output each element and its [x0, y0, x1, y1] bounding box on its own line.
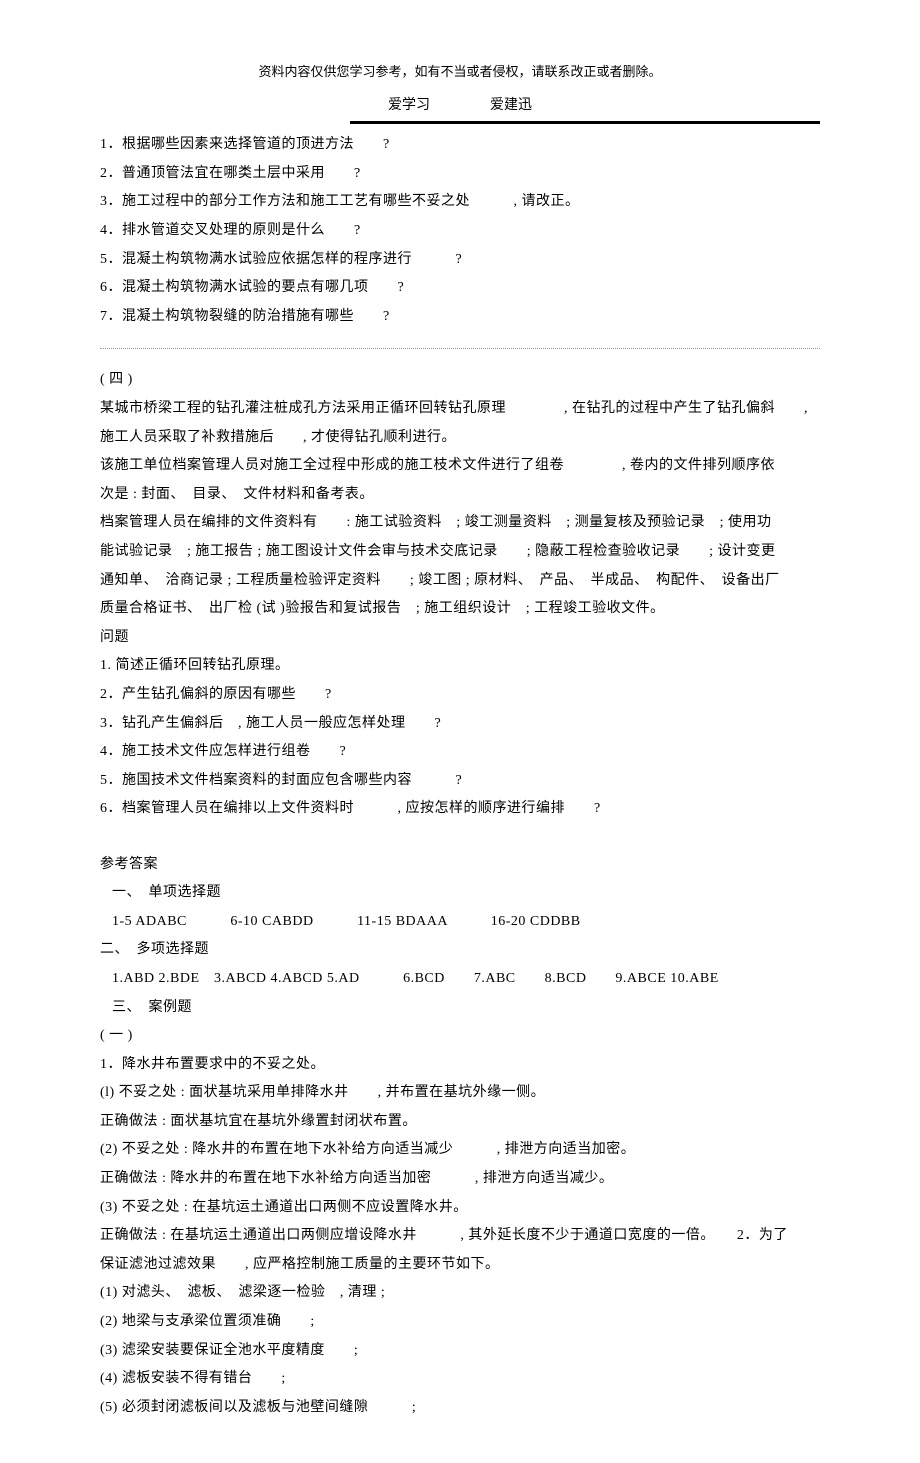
- dotted-divider: [100, 348, 820, 349]
- answers-s3-l3: 正确做法 : 面状基坑宜在基坑外缘置封闭状布置。: [100, 1109, 820, 1136]
- case4-p5: 档案管理人员在编排的文件资料有 : 施工试验资料 ; 竣工测量资料 ; 测量复核…: [100, 510, 820, 537]
- answers-s3-l8: 保证滤池过滤效果 , 应严格控制施工质量的主要环节如下。: [100, 1252, 820, 1279]
- q1-6: 6．混凝土构筑物满水试验的要点有哪几项 ?: [100, 275, 820, 302]
- case4-q5: 5．施国技术文件档案资料的封面应包含哪些内容 ?: [100, 768, 820, 795]
- disclaimer-text: 资料内容仅供您学习参考，如有不当或者侵权，请联系改正或者删除。: [100, 60, 820, 85]
- header-titles: 爱学习 爱建迅: [100, 93, 820, 120]
- header-title-2: 爱建迅: [490, 93, 532, 120]
- answers-s3-l4: (2) 不妥之处 : 降水井的布置在地下水补给方向适当减少 , 排泄方向适当加密…: [100, 1137, 820, 1164]
- answers-s3-l11: (3) 滤梁安装要保证全池水平度精度 ;: [100, 1338, 820, 1365]
- case4-q6: 6．档案管理人员在编排以上文件资料时 , 应按怎样的顺序进行编排 ?: [100, 796, 820, 823]
- case4-p1: 某城市桥梁工程的钻孔灌注桩成孔方法采用正循环回转钻孔原理 , 在钻孔的过程中产生…: [100, 396, 820, 423]
- case4-q4: 4．施工技术文件应怎样进行组卷 ?: [100, 739, 820, 766]
- answers-s3-l12: (4) 滤板安装不得有错台 ;: [100, 1366, 820, 1393]
- q1-7: 7．混凝土构筑物裂缝的防治措施有哪些 ?: [100, 304, 820, 331]
- answers-s1-content: 1-5 ADABC 6-10 CABDD 11-15 BDAAA 16-20 C…: [100, 909, 820, 936]
- answers-s3-title: 三、 案例题: [100, 995, 820, 1022]
- header-underline: [350, 121, 820, 124]
- answers-s3-l9: (1) 对滤头、 滤板、 滤梁逐一检验 , 清理 ;: [100, 1280, 820, 1307]
- case4-q2: 2．产生钻孔偏斜的原因有哪些 ?: [100, 682, 820, 709]
- case4-p6: 能试验记录 ; 施工报告 ; 施工图设计文件会审与技术交底记录 ; 隐蔽工程检查…: [100, 539, 820, 566]
- answers-heading: 参考答案: [100, 852, 820, 879]
- case4-p8: 质量合格证书、 出厂检 (试 )验报告和复试报告 ; 施工组织设计 ; 工程竣工…: [100, 596, 820, 623]
- case4-heading: ( 四 ): [100, 367, 820, 394]
- answers-s3-l10: (2) 地梁与支承梁位置须准确 ;: [100, 1309, 820, 1336]
- answers-s3-subheading: ( 一 ): [100, 1023, 820, 1050]
- answers-s3-l7: 正确做法 : 在基坑运土通道出口两侧应增设降水井 , 其外延长度不少于通道口宽度…: [100, 1223, 820, 1250]
- header-title-1: 爱学习: [388, 93, 430, 120]
- case4-q3: 3．钻孔产生偏斜后 , 施工人员一般应怎样处理 ?: [100, 711, 820, 738]
- case4-question-heading: 问题: [100, 625, 820, 652]
- case4-p2: 施工人员采取了补救措施后 , 才使得钻孔顺利进行。: [100, 425, 820, 452]
- answers-s3-l6: (3) 不妥之处 : 在基坑运土通道出口两侧不应设置降水井。: [100, 1195, 820, 1222]
- q1-4: 4．排水管道交叉处理的原则是什么 ?: [100, 218, 820, 245]
- q1-5: 5．混凝土构筑物满水试验应依据怎样的程序进行 ?: [100, 247, 820, 274]
- case4-p4: 次是 : 封面、 目录、 文件材料和备考表。: [100, 482, 820, 509]
- answers-s3-l13: (5) 必须封闭滤板间以及滤板与池壁间缝隙 ;: [100, 1395, 820, 1422]
- question-block-1: 1．根据哪些因素来选择管道的顶进方法 ? 2．普通顶管法宜在哪类土层中采用 ? …: [100, 132, 820, 330]
- answers-s2-content: 1.ABD 2.BDE 3.ABCD 4.ABCD 5.AD 6.BCD 7.A…: [100, 966, 820, 993]
- q1-2: 2．普通顶管法宜在哪类土层中采用 ?: [100, 161, 820, 188]
- case4-q1: 1. 简述正循环回转钻孔原理。: [100, 653, 820, 680]
- answers-s3-l1: 1．降水井布置要求中的不妥之处。: [100, 1052, 820, 1079]
- case4-p7: 通知单、 洽商记录 ; 工程质量检验评定资料 ; 竣工图 ; 原材料、 产品、 …: [100, 568, 820, 595]
- q1-1: 1．根据哪些因素来选择管道的顶进方法 ?: [100, 132, 820, 159]
- answers-s3-l2: (l) 不妥之处 : 面状基坑采用单排降水井 , 并布置在基坑外缘一侧。: [100, 1080, 820, 1107]
- case-block-4: ( 四 ) 某城市桥梁工程的钻孔灌注桩成孔方法采用正循环回转钻孔原理 , 在钻孔…: [100, 367, 820, 823]
- answers-s1-title: 一、 单项选择题: [100, 880, 820, 907]
- answers-block: 参考答案 一、 单项选择题 1-5 ADABC 6-10 CABDD 11-15…: [100, 852, 820, 1422]
- q1-3: 3．施工过程中的部分工作方法和施工工艺有哪些不妥之处 , 请改正。: [100, 189, 820, 216]
- answers-s3-l5: 正确做法 : 降水井的布置在地下水补给方向适当加密 , 排泄方向适当减少。: [100, 1166, 820, 1193]
- case4-p3: 该施工单位档案管理人员对施工全过程中形成的施工枝术文件进行了组卷 , 卷内的文件…: [100, 453, 820, 480]
- answers-s2-title: 二、 多项选择题: [100, 937, 820, 964]
